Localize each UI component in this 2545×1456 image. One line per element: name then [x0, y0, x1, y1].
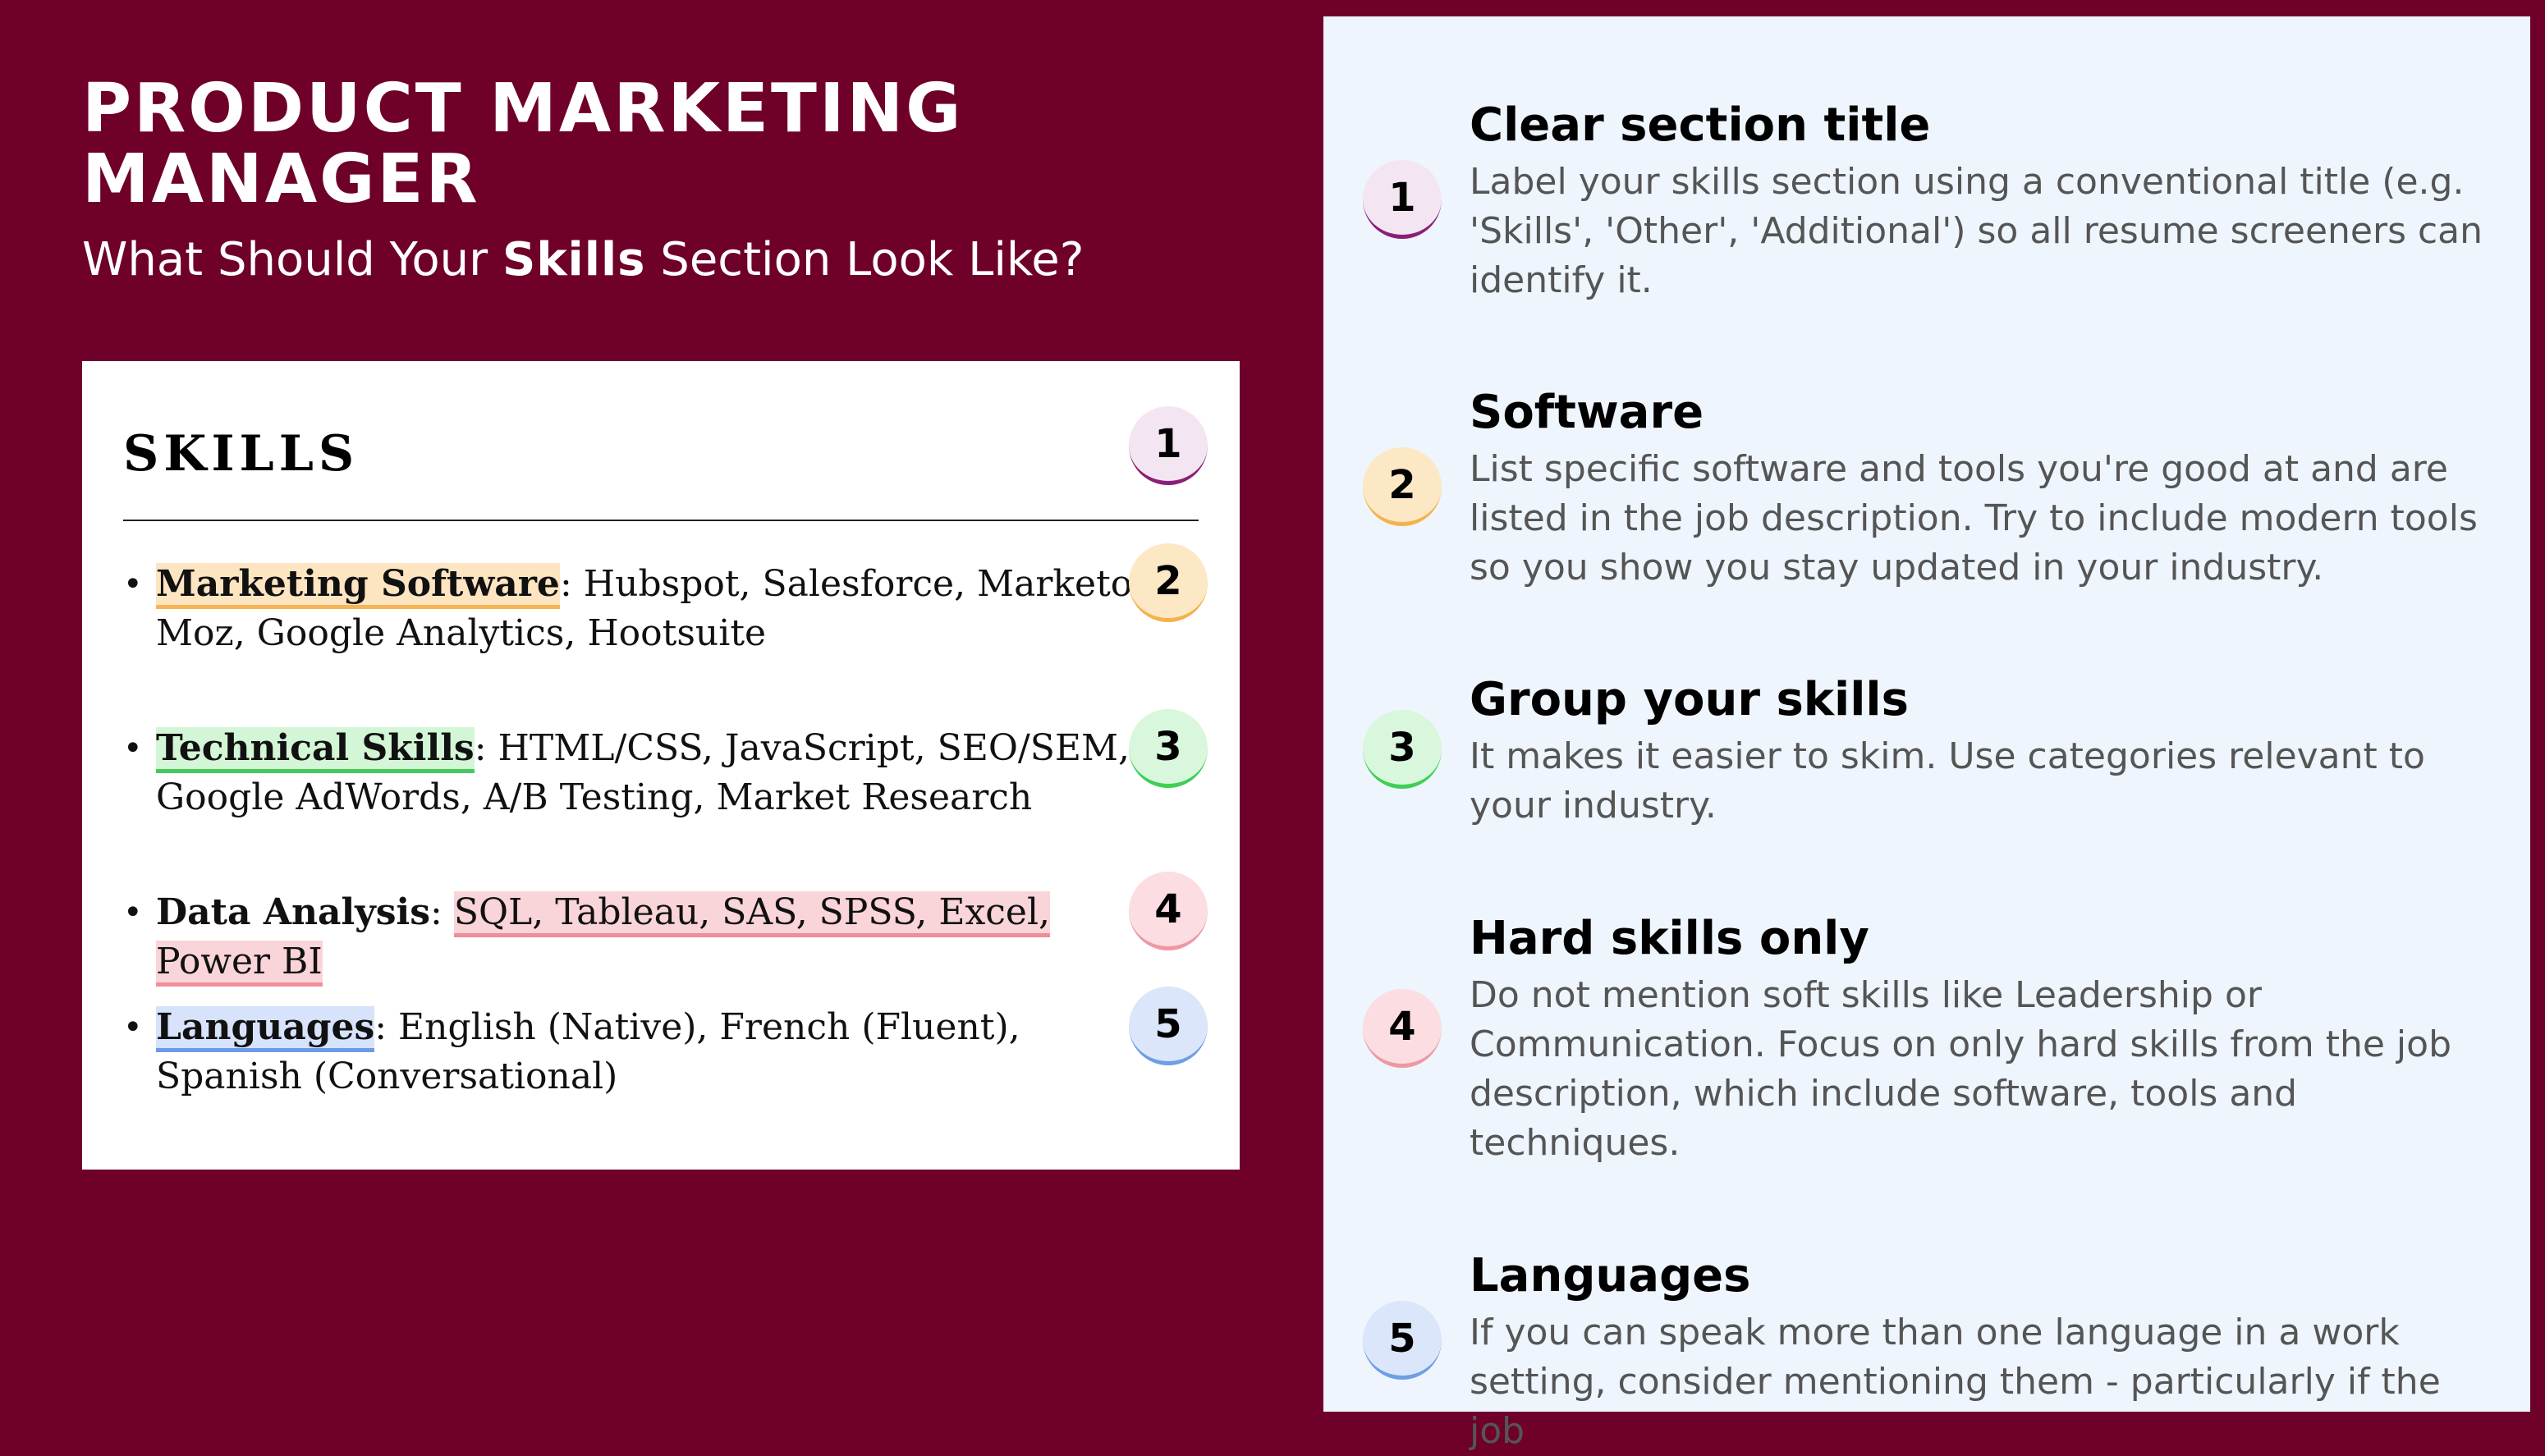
tip-badge-3: 3	[1363, 710, 1442, 789]
page-title: PRODUCT MARKETING MANAGER	[82, 70, 964, 218]
skill-category: Languages	[156, 1006, 375, 1052]
tip-title: Hard skills only	[1470, 912, 1869, 965]
skill-separator: :	[430, 891, 454, 933]
tip-text: Label your skills section using a conven…	[1470, 161, 2483, 301]
badge-3: 3	[1129, 709, 1208, 788]
tip-software: Software List specific software and tool…	[1470, 384, 2496, 593]
tip-title: Software	[1470, 386, 1704, 439]
bullet-icon: •	[123, 1009, 143, 1046]
skill-category: Data Analysis	[156, 891, 430, 933]
tip-hard-skills-only: Hard skills only Do not mention soft ski…	[1470, 910, 2496, 1168]
skill-item-marketing-software: • Marketing Software: Hubspot, Salesforce…	[123, 560, 1166, 658]
tip-clear-section-title: Clear section title Label your skills se…	[1470, 97, 2496, 305]
subtitle-strong: Skills	[502, 233, 646, 286]
badge-2: 2	[1129, 543, 1208, 622]
tip-group-your-skills: Group your skills It makes it easier to …	[1470, 671, 2496, 831]
tip-badge-4: 4	[1363, 989, 1442, 1068]
tip-text: List specific software and tools you're …	[1470, 448, 2478, 588]
bullet-icon: •	[123, 565, 143, 603]
tip-text: Do not mention soft skills like Leadersh…	[1470, 974, 2451, 1164]
skill-separator: :	[374, 1006, 399, 1048]
skill-item-languages: • Languages: English (Native), French (Fl…	[123, 1003, 1166, 1101]
skill-separator: :	[559, 563, 584, 605]
bullet-icon: •	[123, 730, 143, 767]
subtitle-suffix: Section Look Like?	[645, 233, 1084, 286]
badge-1: 1	[1129, 406, 1208, 485]
tip-badge-2: 2	[1363, 447, 1442, 526]
section-divider	[123, 520, 1199, 521]
tip-badge-5: 5	[1363, 1301, 1442, 1380]
bullet-icon: •	[123, 894, 143, 932]
badge-5: 5	[1129, 987, 1208, 1065]
tip-badge-1: 1	[1363, 160, 1442, 239]
skill-item-technical-skills: • Technical Skills: HTML/CSS, JavaScript,…	[123, 724, 1166, 822]
page-subtitle: What Should Your Skills Section Look Lik…	[82, 231, 1084, 289]
skill-category: Marketing Software	[156, 563, 560, 609]
resume-section-heading: SKILLS	[123, 425, 360, 483]
skill-category: Technical Skills	[156, 727, 475, 773]
tips-panel: 1 Clear section title Label your skills …	[1323, 16, 2530, 1452]
tip-languages: Languages If you can speak more than one…	[1470, 1248, 2496, 1456]
resume-skills-card: SKILLS 1 • Marketing Software: Hubspot, S…	[82, 361, 1240, 1170]
badge-4: 4	[1129, 872, 1208, 950]
subtitle-prefix: What Should Your	[82, 233, 502, 286]
skill-separator: :	[474, 727, 498, 769]
skill-item-data-analysis: • Data Analysis: SQL, Tableau, SAS, SPSS,…	[123, 888, 1166, 987]
tip-title: Clear section title	[1470, 98, 1931, 152]
tip-title: Group your skills	[1470, 673, 1909, 726]
tip-text: If you can speak more than one language …	[1470, 1312, 2441, 1452]
tip-text: It makes it easier to skim. Use categori…	[1470, 735, 2425, 826]
tip-title: Languages	[1470, 1249, 1751, 1303]
